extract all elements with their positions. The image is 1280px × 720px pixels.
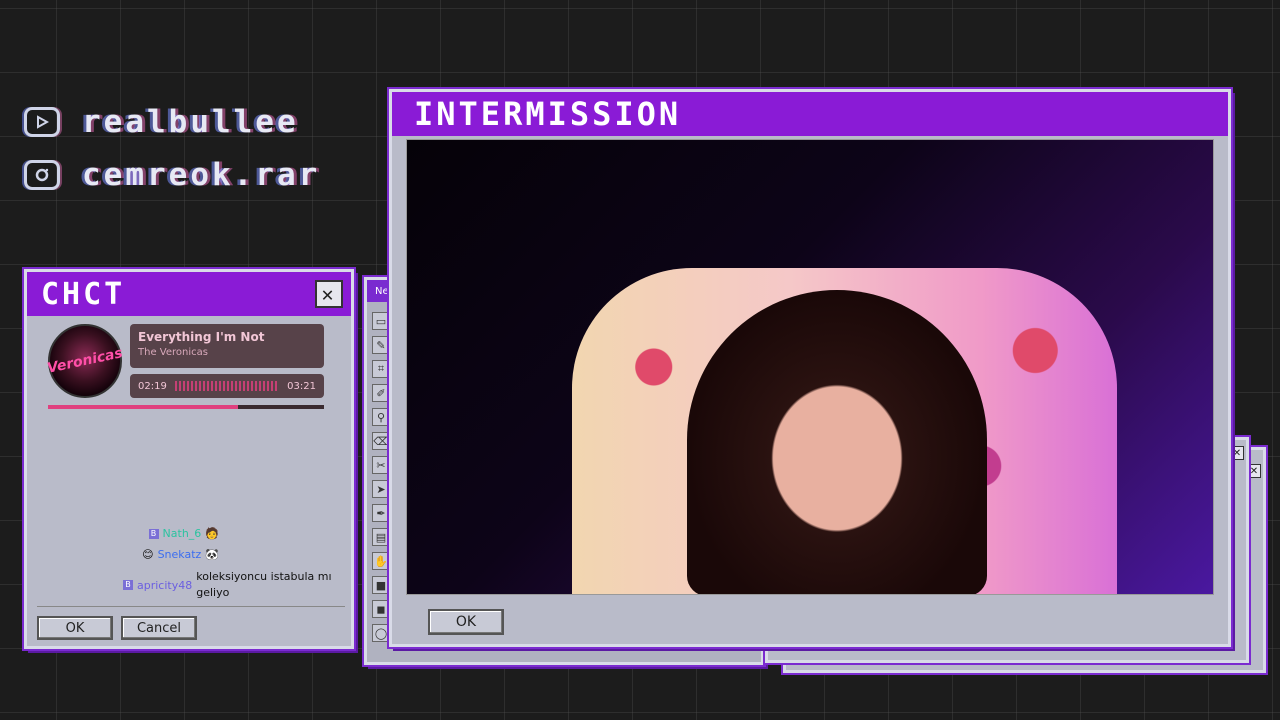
instagram-handle: cEmREOK.RAR bbox=[24, 157, 320, 193]
ok-button[interactable]: OK bbox=[428, 609, 504, 635]
close-button[interactable]: ✕ bbox=[315, 280, 343, 308]
hand-tool-icon[interactable]: ✋ bbox=[372, 552, 390, 570]
close-icon[interactable]: ✕ bbox=[1230, 446, 1244, 460]
playback-progress-fill bbox=[48, 405, 239, 409]
chat-messages: B Nath_6 🧑 😊 Snekatz 🐼 B apricity48 kole… bbox=[37, 527, 347, 609]
intermission-window-titlebar[interactable]: INTERMISSION bbox=[392, 92, 1228, 136]
pencil-tool-icon[interactable]: ✐ bbox=[372, 384, 390, 402]
pen-tool-icon[interactable]: ✎ bbox=[372, 336, 390, 354]
brush-tool-icon[interactable]: ✒ bbox=[372, 504, 390, 522]
chat-message: 😊 Snekatz 🐼 bbox=[37, 548, 347, 561]
chat-window-titlebar[interactable]: CHCT ✕ bbox=[27, 272, 351, 316]
chat-message: B apricity48 koleksiyoncu istabula mı ge… bbox=[37, 569, 347, 601]
playback-progress-bar bbox=[48, 405, 324, 409]
chat-emote: 🧑 bbox=[205, 527, 219, 540]
playback-time: 02:19 03:21 bbox=[130, 374, 324, 398]
chat-username[interactable]: Snekatz bbox=[158, 548, 202, 561]
crop-tool-icon[interactable]: ⌗ bbox=[372, 360, 390, 378]
intermission-window-title: INTERMISSION bbox=[414, 95, 682, 133]
divider bbox=[37, 606, 345, 607]
webcam-feed bbox=[406, 139, 1214, 595]
color-bg-icon[interactable]: ◼ bbox=[372, 600, 390, 618]
elapsed-time: 02:19 bbox=[138, 380, 167, 392]
streamer bbox=[687, 290, 987, 594]
cut-tool-icon[interactable]: ✂ bbox=[372, 456, 390, 474]
stamp-tool-icon[interactable]: ⚲ bbox=[372, 408, 390, 426]
intermission-window: INTERMISSION OK bbox=[389, 89, 1231, 647]
waveform bbox=[175, 381, 279, 391]
chat-window: CHCT ✕ Veronicas Everything I'm Not The … bbox=[24, 269, 354, 649]
chat-username[interactable]: apricity48 bbox=[137, 579, 192, 592]
cancel-button[interactable]: Cancel bbox=[121, 616, 197, 640]
total-time: 03:21 bbox=[287, 380, 316, 392]
chat-badge: B bbox=[123, 580, 133, 590]
youtube-handle-text: REALBULLEE bbox=[82, 104, 299, 140]
close-icon[interactable]: ✕ bbox=[1247, 464, 1261, 478]
chat-badge: B bbox=[148, 528, 159, 539]
now-playing-info: Everything I'm Not The Veronicas bbox=[130, 324, 324, 368]
chat-window-title: CHCT bbox=[41, 276, 126, 312]
ok-button[interactable]: OK bbox=[37, 616, 113, 640]
pointer-tool-icon[interactable]: ➤ bbox=[372, 480, 390, 498]
select-tool-icon[interactable]: ▭ bbox=[372, 312, 390, 330]
album-art-text: Veronicas bbox=[45, 345, 125, 377]
zoom-tool-icon[interactable]: ◯ bbox=[372, 624, 390, 642]
instagram-handle-text: cEmREOK.RAR bbox=[82, 157, 321, 193]
chat-username[interactable]: Nath_6 bbox=[163, 527, 202, 540]
chat-message: B Nath_6 🧑 bbox=[37, 527, 347, 540]
youtube-handle: REALBULLEE bbox=[24, 104, 299, 140]
youtube-icon bbox=[24, 107, 60, 137]
album-art: Veronicas bbox=[45, 324, 125, 398]
layers-tool-icon[interactable]: ▤ bbox=[372, 528, 390, 546]
chat-emote: 🐼 bbox=[205, 548, 219, 561]
instagram-icon bbox=[24, 160, 60, 190]
song-artist: The Veronicas bbox=[138, 347, 208, 358]
eraser-tool-icon[interactable]: ⌫ bbox=[372, 432, 390, 450]
chat-message-text: koleksiyoncu istabula mı geliyo bbox=[196, 570, 332, 599]
paint-window-title: Ne bbox=[375, 285, 389, 297]
song-title: Everything I'm Not bbox=[138, 330, 265, 344]
color-fg-icon[interactable]: ■ bbox=[372, 576, 390, 594]
chat-badge: 😊 bbox=[142, 548, 154, 561]
